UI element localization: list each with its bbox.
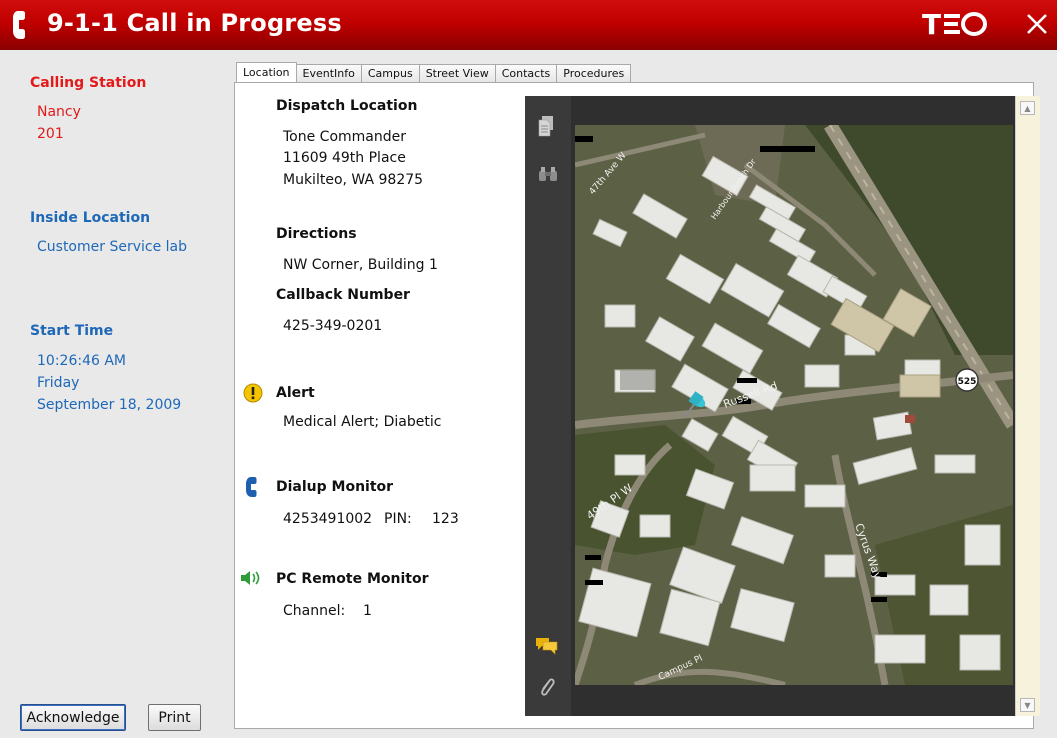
binoculars-icon[interactable] — [538, 166, 558, 182]
paperclip-icon[interactable] — [538, 676, 556, 698]
comments-icon[interactable] — [535, 636, 559, 656]
tab-contacts[interactable]: Contacts — [494, 64, 558, 82]
calling-station-heading: Calling Station — [30, 75, 147, 91]
dialup-phone-icon — [246, 477, 257, 497]
alert-label: Alert — [276, 385, 315, 401]
svg-text:T: T — [922, 8, 941, 41]
close-icon[interactable] — [1024, 11, 1050, 37]
viewer-toolbar — [525, 96, 572, 716]
inside-location-heading: Inside Location — [30, 210, 151, 226]
inside-location-value: Customer Service lab — [37, 239, 188, 255]
channel-value: 1 — [363, 603, 372, 619]
scroll-down-button[interactable]: ▼ — [1020, 698, 1035, 712]
pages-icon[interactable] — [538, 115, 556, 137]
brand-logo: T — [922, 7, 1002, 48]
tab-campus[interactable]: Campus — [360, 64, 420, 82]
callback-number-label: Callback Number — [276, 287, 410, 303]
start-time-day: Friday — [37, 375, 80, 391]
directions-label: Directions — [276, 226, 357, 242]
dispatch-line-1: Tone Commander — [283, 129, 406, 145]
callback-number-value: 425-349-0201 — [283, 318, 383, 334]
dispatch-line-3: Mukilteo, WA 98275 — [283, 172, 424, 188]
print-button[interactable]: Print — [148, 704, 201, 731]
speaker-icon — [241, 571, 260, 585]
dispatch-location-label: Dispatch Location — [276, 98, 418, 114]
start-time-heading: Start Time — [30, 323, 114, 339]
tab-street-view[interactable]: Street View — [418, 64, 496, 82]
pin-label: PIN: — [384, 511, 412, 527]
tab-location[interactable]: Location — [236, 62, 297, 82]
map-viewer: 525 Russell Rd 49th Pl W Cyrus Way Campu… — [525, 96, 1040, 716]
calling-station-name: Nancy — [37, 104, 81, 120]
aerial-map-image[interactable]: 525 Russell Rd 49th Pl W Cyrus Way Campu… — [575, 125, 1013, 685]
window-title: 9-1-1 Call in Progress — [47, 9, 342, 37]
alert-value: Medical Alert; Diabetic — [283, 414, 442, 430]
pc-remote-monitor-label: PC Remote Monitor — [276, 571, 429, 587]
start-time-date: September 18, 2009 — [37, 397, 182, 413]
pin-value: 123 — [432, 511, 459, 527]
teo-logo: T — [922, 8, 987, 41]
route-shield-label: 525 — [958, 377, 977, 387]
calling-station-ext: 201 — [37, 126, 64, 142]
tab-procedures[interactable]: Procedures — [556, 64, 632, 82]
phone-handset-icon — [13, 11, 25, 39]
alert-icon — [243, 383, 263, 403]
start-time-time: 10:26:46 AM — [37, 353, 126, 369]
tab-strip: Location EventInfo Campus Street View Co… — [236, 62, 632, 83]
title-bar: 9-1-1 Call in Progress T — [0, 0, 1057, 50]
scroll-up-button[interactable]: ▲ — [1020, 101, 1035, 115]
dispatch-line-2: 11609 49th Place — [283, 150, 406, 166]
dialup-monitor-label: Dialup Monitor — [276, 479, 394, 495]
tab-eventinfo[interactable]: EventInfo — [295, 64, 362, 82]
directions-value: NW Corner, Building 1 — [283, 257, 438, 273]
acknowledge-button[interactable]: Acknowledge — [20, 704, 126, 731]
viewer-vertical-scrollbar[interactable]: ▲ ▼ — [1015, 96, 1040, 716]
channel-label: Channel: — [283, 603, 346, 619]
dialup-number: 4253491002 — [283, 511, 373, 527]
